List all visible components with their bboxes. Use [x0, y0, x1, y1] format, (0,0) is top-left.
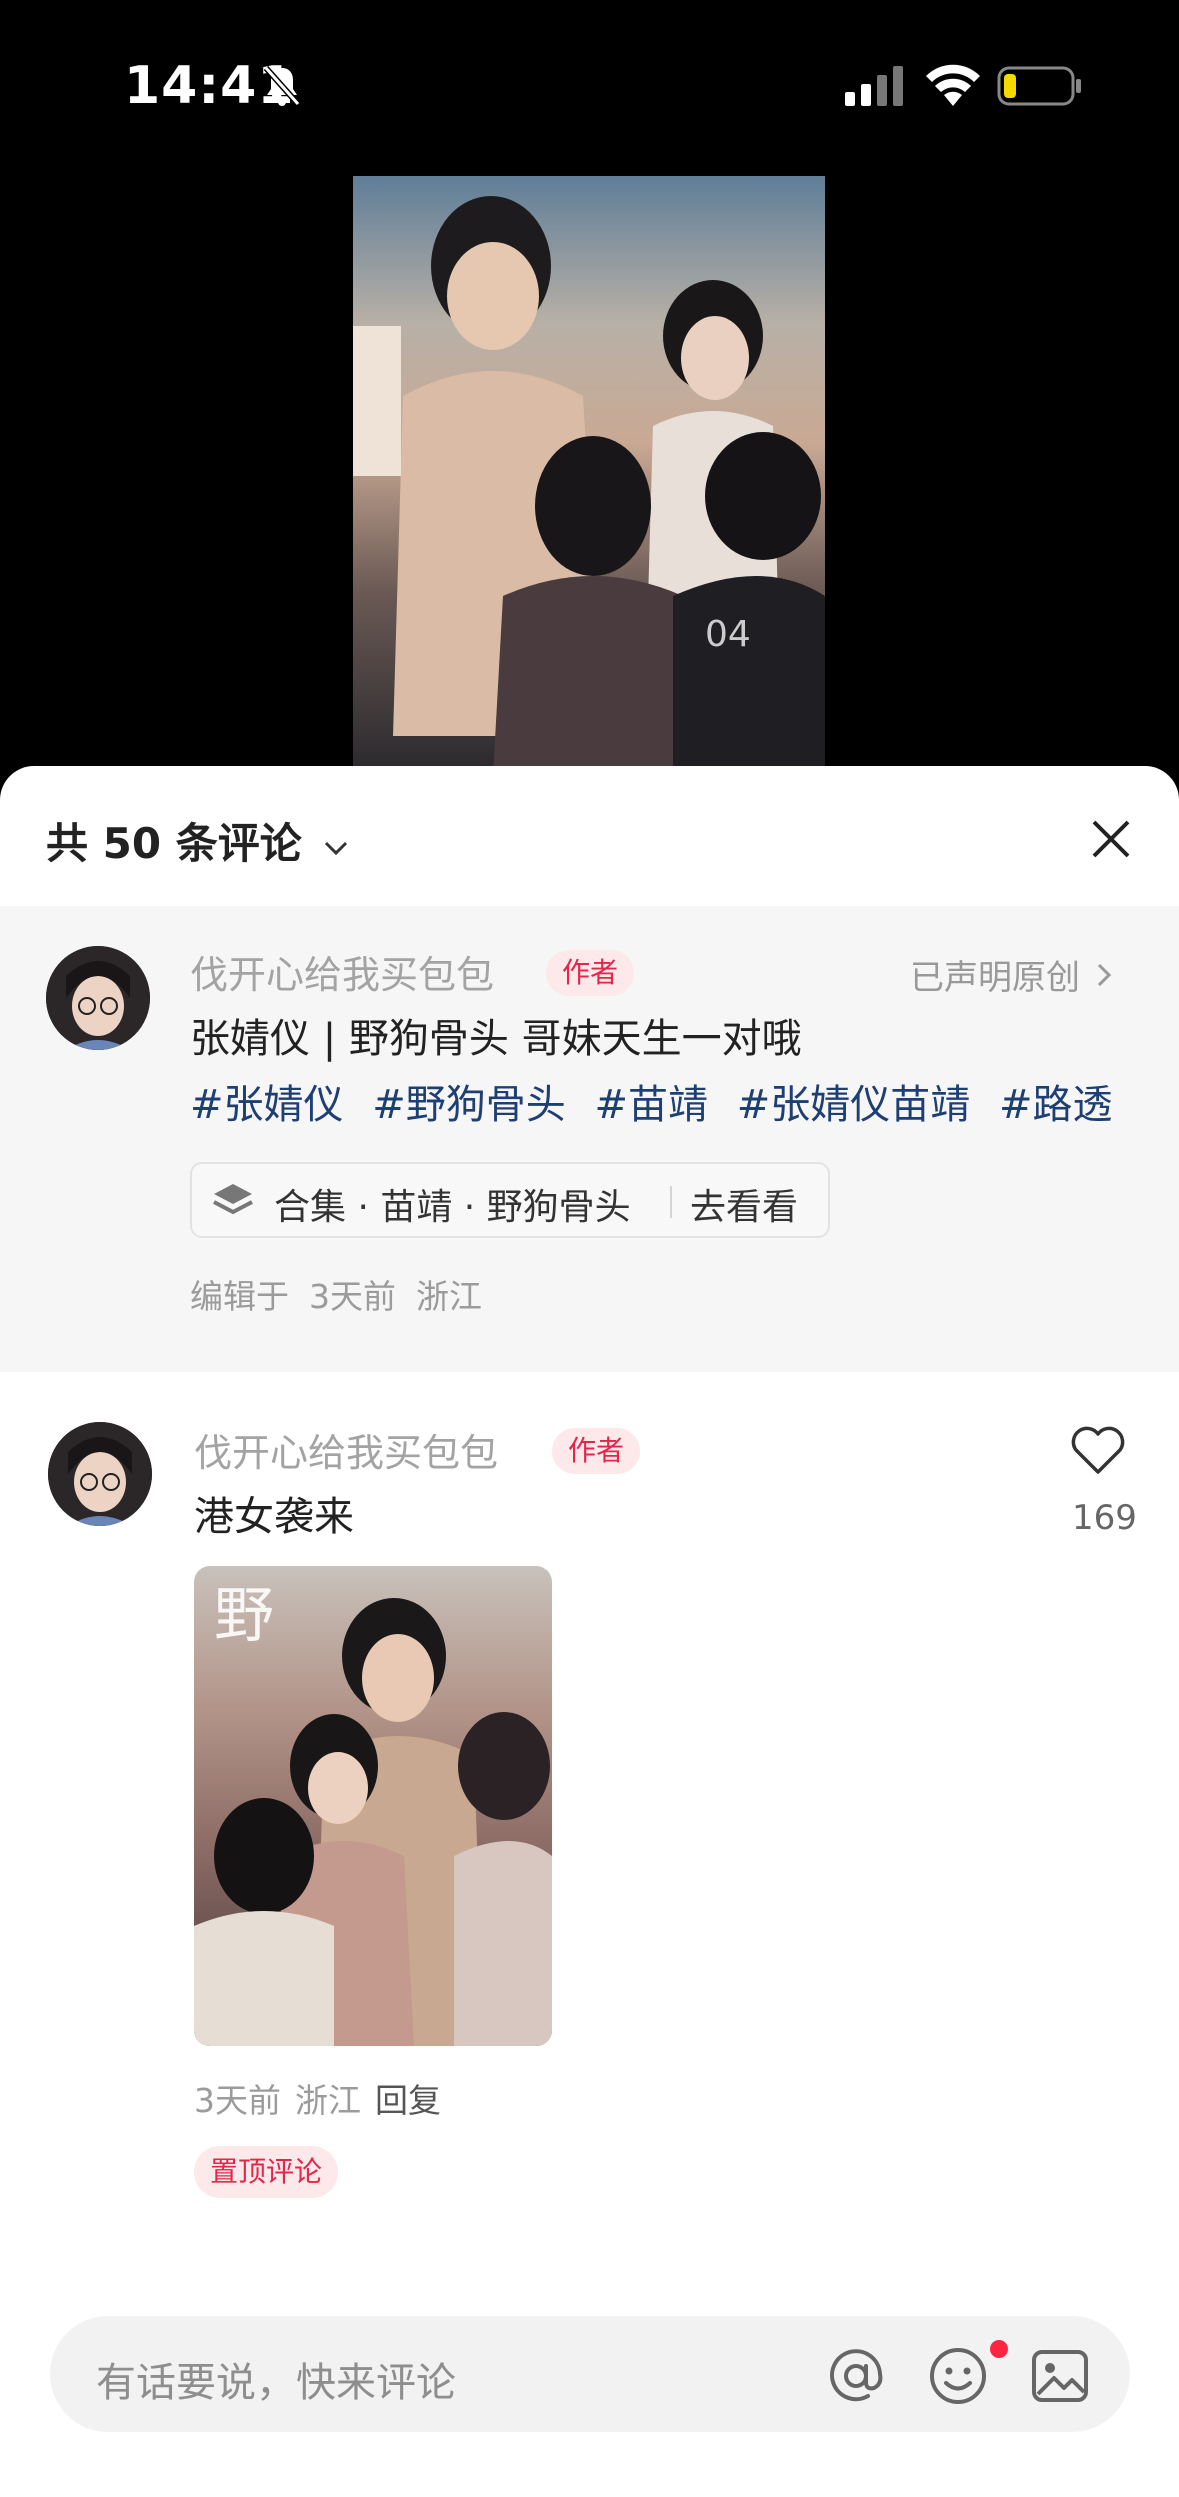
- comment-author-badge: 作者: [552, 1428, 641, 1474]
- comments-sheet: 共 50 条评论 伐开心给我买包包 作者 已声明原创 张婧仪 | 野狗骨头 哥妹…: [0, 766, 1179, 2497]
- heart-icon[interactable]: [1070, 1426, 1126, 1476]
- edit-location: 浙江: [416, 1277, 482, 1316]
- collection-card[interactable]: 合集 · 苗靖 · 野狗骨头 去看看: [190, 1162, 830, 1238]
- avatar-image: [48, 1422, 152, 1526]
- chevron-right-icon: [1097, 963, 1111, 987]
- chevron-down-icon: [325, 841, 348, 856]
- video-preview[interactable]: 04: [353, 176, 825, 768]
- original-declaration-link[interactable]: 已声明原创: [910, 950, 1113, 999]
- comment-image[interactable]: 野: [194, 1566, 552, 2046]
- comment-input-bar: 有话要说，快来评论: [0, 2286, 1179, 2497]
- comment-input[interactable]: 有话要说，快来评论: [50, 2316, 1130, 2432]
- original-label: 已声明原创: [910, 958, 1080, 998]
- emoji-icon[interactable]: [926, 2344, 990, 2408]
- pinned-badge: 置顶评论: [194, 2146, 339, 2198]
- comment-author-name[interactable]: 伐开心给我买包包: [194, 1422, 498, 1477]
- cellular-signal-icon: [845, 66, 903, 106]
- post-info: 伐开心给我买包包 作者 已声明原创 张婧仪 | 野狗骨头 哥妹天生一对哦 #张婧…: [0, 906, 1179, 1372]
- collection-label: 合集 · 苗靖 · 野狗骨头: [274, 1187, 631, 1228]
- image-icon[interactable]: [1028, 2344, 1092, 2408]
- reply-button[interactable]: 回复: [375, 2081, 441, 2120]
- avatar-image: [46, 946, 150, 1050]
- wifi-icon: [926, 64, 980, 106]
- hashtag-link[interactable]: #张婧仪: [190, 1082, 344, 1128]
- video-frame-illustration: 04: [353, 196, 825, 768]
- edit-prefix: 编辑于: [190, 1277, 289, 1316]
- avatar[interactable]: [46, 946, 150, 1050]
- mute-bell-icon: [263, 66, 301, 106]
- hashtag-link[interactable]: #张婧仪苗靖: [737, 1082, 971, 1128]
- comment-input-placeholder: 有话要说，快来评论: [96, 2360, 456, 2406]
- comment-avatar[interactable]: [48, 1422, 152, 1526]
- comments-header: 共 50 条评论: [0, 766, 1179, 906]
- hashtag-link[interactable]: #野狗骨头: [372, 1082, 566, 1128]
- hashtag-link[interactable]: #路透: [999, 1082, 1113, 1128]
- edit-meta: 编辑于 3天前 浙江: [190, 1270, 502, 1318]
- notification-dot: [990, 2340, 1008, 2358]
- battery-icon: [997, 66, 1081, 106]
- comment-count-dropdown[interactable]: 共 50 条评论: [46, 810, 350, 871]
- post-author-name[interactable]: 伐开心给我买包包: [190, 944, 494, 999]
- view-collection-button[interactable]: 去看看: [690, 1178, 798, 1230]
- status-bar: 14:41: [0, 0, 1179, 170]
- mention-icon[interactable]: [824, 2344, 888, 2408]
- hashtag-link[interactable]: #苗靖: [594, 1082, 708, 1128]
- edit-time: 3天前: [309, 1277, 396, 1316]
- divider: [670, 1186, 672, 1218]
- post-title: 张婧仪 | 野狗骨头 哥妹天生一对哦: [190, 1016, 802, 1062]
- svg-text:野: 野: [214, 1581, 274, 1651]
- comment-text: 港女袭来: [194, 1494, 354, 1540]
- comment-time: 3天前: [194, 2081, 281, 2120]
- like-count: 169: [1072, 1498, 1137, 1538]
- comment-location: 浙江: [295, 2081, 361, 2120]
- author-badge: 作者: [546, 950, 635, 996]
- layers-icon: [213, 1184, 253, 1215]
- close-icon[interactable]: [1086, 814, 1136, 864]
- comment-photo-illustration: 野: [194, 1581, 552, 2046]
- comment-meta: 3天前 浙江 回复: [194, 2074, 455, 2122]
- post-tags: #张婧仪 #野狗骨头 #苗靖 #张婧仪苗靖 #路透: [190, 1072, 1128, 1130]
- comment-count-label: 共 50 条评论: [46, 819, 302, 868]
- svg-text:04: 04: [705, 614, 751, 655]
